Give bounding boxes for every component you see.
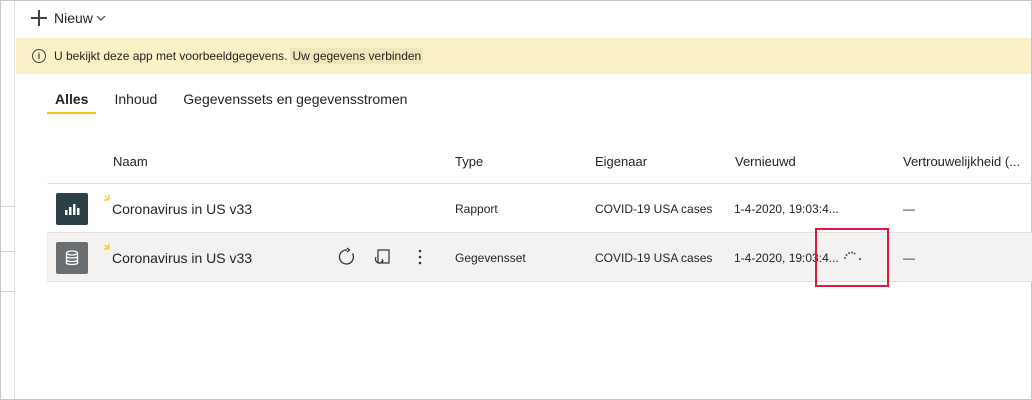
item-owner: COVID-19 USA cases (595, 202, 713, 216)
chevron-down-icon (96, 15, 106, 21)
new-button-label: Nieuw (54, 10, 93, 26)
highlight-annotation-box (815, 228, 889, 287)
table-header: Naam Type Eigenaar Vernieuwd Vertrouweli… (47, 140, 1032, 184)
column-header-refreshed[interactable]: Vernieuwd (735, 154, 796, 169)
item-sensitivity: — (903, 251, 915, 265)
schedule-refresh-icon[interactable] (372, 246, 394, 268)
tab-content[interactable]: Inhoud (106, 91, 165, 114)
table-row[interactable]: Coronavirus in US v33 Rapport COVID-19 U… (47, 184, 1032, 233)
dataset-icon (56, 242, 88, 274)
item-name-link[interactable]: Coronavirus in US v33 (112, 250, 252, 266)
column-header-name[interactable]: Naam (113, 154, 148, 169)
item-sensitivity: — (903, 202, 915, 216)
column-header-type[interactable]: Type (455, 154, 483, 169)
toolbar: Nieuw (30, 7, 106, 29)
connect-data-link[interactable]: Uw gegevens verbinden (290, 48, 424, 64)
item-type: Gegevensset (455, 251, 526, 265)
more-options-icon[interactable] (409, 246, 431, 268)
refresh-now-icon[interactable] (336, 246, 358, 268)
column-header-owner[interactable]: Eigenaar (595, 154, 647, 169)
plus-icon (30, 9, 48, 27)
left-nav-strip (1, 1, 15, 399)
report-icon (56, 193, 88, 225)
info-icon: i (32, 49, 46, 63)
item-owner: COVID-19 USA cases (595, 251, 713, 265)
tab-datasets-dataflows[interactable]: Gegevenssets en gegevensstromen (175, 91, 415, 114)
item-type: Rapport (455, 202, 498, 216)
column-header-sensitivity[interactable]: Vertrouwelijkheid (... (903, 154, 1020, 169)
new-button[interactable]: Nieuw (30, 9, 106, 27)
item-name-link[interactable]: Coronavirus in US v33 (112, 201, 252, 217)
banner-message: U bekijkt deze app met voorbeeldgegevens… (54, 49, 288, 63)
sample-data-banner: i U bekijkt deze app met voorbeeldgegeve… (16, 38, 1031, 74)
content-tabs: Alles Inhoud Gegevenssets en gegevensstr… (47, 91, 425, 114)
item-refreshed: 1-4-2020, 19:03:4... (734, 202, 839, 216)
tab-all[interactable]: Alles (47, 91, 97, 114)
